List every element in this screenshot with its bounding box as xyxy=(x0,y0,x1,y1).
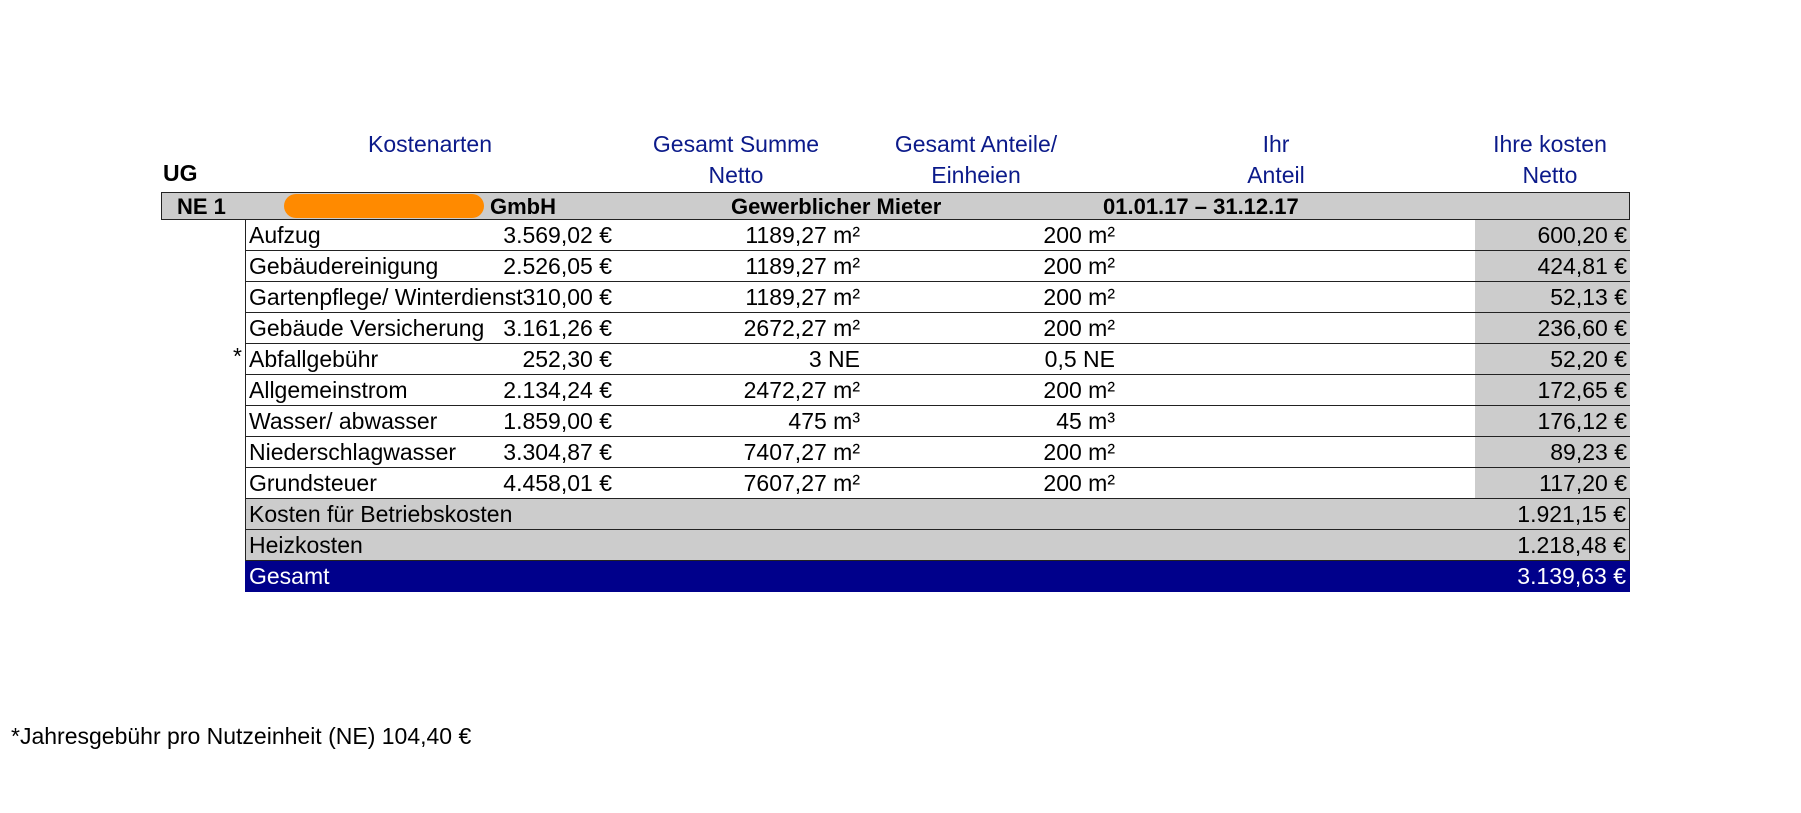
table-row: Grundsteuer 4.458,01 € 7607,27 m² 200 m² 117… xyxy=(245,468,1630,499)
cost-units: 1189,27 m² xyxy=(745,284,860,310)
cost-units: 1189,27 m² xyxy=(745,253,860,279)
header-gesamt-summe-line1: Gesamt Summe xyxy=(652,131,820,157)
betriebskosten-value: 1.921,15 € xyxy=(1517,501,1626,527)
cost-sum: 3.304,87 € xyxy=(503,439,612,465)
header-gesamt-anteile: Gesamt Anteile/ Einheien xyxy=(876,129,1076,191)
cost-name: Abfallgebühr xyxy=(249,346,379,372)
header-ihr-anteil: Ihr Anteil xyxy=(1176,129,1376,191)
cost-units: 7607,27 m² xyxy=(743,470,860,496)
cost-amount: 172,65 € xyxy=(1537,377,1627,403)
cost-share: 0,5 NE xyxy=(1044,346,1115,372)
table-row: Gebäudereinigung 2.526,05 € 1189,27 m² 200 … xyxy=(245,251,1630,282)
cost-amount: 52,13 € xyxy=(1550,284,1627,310)
cost-units: 2472,27 m² xyxy=(743,377,860,403)
table-row: Niederschlagwasser 3.304,87 € 7407,27 m² 20… xyxy=(245,437,1630,468)
table-row: Gartenpflege/ Winterdienst 310,00 € 1189,2… xyxy=(245,282,1630,313)
header-ihre-kosten-line1: Ihre kosten xyxy=(1493,131,1607,157)
table-row: Wasser/ abwasser 1.859,00 € 475 m³ 45 m³ 176… xyxy=(245,406,1630,437)
header-ihr-anteil-line1: Ihr xyxy=(1262,131,1290,157)
tenant-type: Gewerblicher Mieter xyxy=(731,194,942,219)
cost-sum: 310,00 € xyxy=(522,284,612,310)
cost-units: 1189,27 m² xyxy=(745,222,860,248)
header-kostenarten-label: Kostenarten xyxy=(367,131,493,157)
betriebskosten-row: Kosten für Betriebskosten 1.921,15 € xyxy=(245,499,1630,530)
heizkosten-label: Heizkosten xyxy=(249,532,363,558)
cost-share: 200 m² xyxy=(1043,470,1115,496)
cost-share: 200 m² xyxy=(1043,253,1115,279)
cost-share: 200 m² xyxy=(1043,439,1115,465)
cost-name: Grundsteuer xyxy=(249,470,377,496)
table-row: Gebäude Versicherung 3.161,26 € 2672,27 m²… xyxy=(245,313,1630,344)
cost-share: 200 m² xyxy=(1043,284,1115,310)
cost-amount: 89,23 € xyxy=(1550,439,1627,465)
header-gesamt-summe: Gesamt Summe Netto xyxy=(636,129,836,191)
cost-units: 7407,27 m² xyxy=(743,439,860,465)
footnote: *Jahresgebühr pro Nutzeinheit (NE) 104,4… xyxy=(11,723,472,749)
gesamt-row: Gesamt 3.139,63 € xyxy=(245,561,1630,592)
cost-sum: 2.134,24 € xyxy=(503,377,612,403)
cost-name: Allgemeinstrom xyxy=(249,377,408,403)
cost-amount: 52,20 € xyxy=(1550,346,1627,372)
header-kostenarten: Kostenarten xyxy=(330,129,530,160)
cost-sum: 4.458,01 € xyxy=(503,470,612,496)
cost-amount: 236,60 € xyxy=(1537,315,1627,341)
section-label: UG xyxy=(163,160,198,186)
table-row: Allgemeinstrom 2.134,24 € 2472,27 m² 200 m²… xyxy=(245,375,1630,406)
heizkosten-row: Heizkosten 1.218,48 € xyxy=(245,530,1630,561)
cost-share: 200 m² xyxy=(1043,222,1115,248)
header-ihre-kosten-line2: Netto xyxy=(1522,162,1578,188)
header-ihre-kosten: Ihre kosten Netto xyxy=(1450,129,1650,191)
cost-amount: 117,20 € xyxy=(1539,470,1627,496)
tenant-period: 01.01.17 – 31.12.17 xyxy=(1103,194,1299,219)
cost-amount: 424,81 € xyxy=(1537,253,1627,279)
cost-name: Gartenpflege/ Winterdienst xyxy=(249,284,523,310)
tenant-unit: NE 1 xyxy=(177,194,226,219)
table-row: Aufzug 3.569,02 € 1189,27 m² 200 m² 600,20 € xyxy=(245,220,1630,251)
cost-amount: 176,12 € xyxy=(1537,408,1627,434)
cost-share: 200 m² xyxy=(1043,315,1115,341)
gesamt-value: 3.139,63 € xyxy=(1517,563,1626,589)
cost-amount: 600,20 € xyxy=(1537,222,1627,248)
cost-name: Niederschlagwasser xyxy=(249,439,457,465)
header-ihr-anteil-line2: Anteil xyxy=(1247,162,1305,188)
cost-sum: 1.859,00 € xyxy=(503,408,612,434)
cost-sum: 2.526,05 € xyxy=(503,253,612,279)
cost-sum: 252,30 € xyxy=(522,346,612,372)
cost-sum: 3.161,26 € xyxy=(503,315,612,341)
header-gesamt-anteile-line2: Einheien xyxy=(931,162,1021,188)
cost-name: Gebäude Versicherung xyxy=(249,315,485,341)
redaction-mark xyxy=(284,194,484,218)
cost-units: 2672,27 m² xyxy=(743,315,860,341)
cost-sum: 3.569,02 € xyxy=(503,222,612,248)
tenant-company-suffix: GmbH xyxy=(490,194,556,219)
cost-units: 475 m³ xyxy=(788,408,860,434)
header-gesamt-anteile-line1: Gesamt Anteile/ xyxy=(894,131,1058,157)
header-gesamt-summe-line2: Netto xyxy=(708,162,764,188)
cost-units: 3 NE xyxy=(808,346,860,372)
asterisk-marker: * xyxy=(233,343,242,369)
heizkosten-value: 1.218,48 € xyxy=(1517,532,1626,558)
gesamt-label: Gesamt xyxy=(249,563,330,589)
tenant-bar: NE 1 GmbH Gewerblicher Mieter 01.01.17 –… xyxy=(161,192,1630,220)
cost-name: Aufzug xyxy=(249,222,321,248)
cost-name: Wasser/ abwasser xyxy=(249,408,438,434)
table-row: Abfallgebühr 252,30 € 3 NE 0,5 NE 52,20 € xyxy=(245,344,1630,375)
betriebskosten-label: Kosten für Betriebskosten xyxy=(249,501,513,527)
cost-name: Gebäudereinigung xyxy=(249,253,439,279)
cost-share: 45 m³ xyxy=(1056,408,1115,434)
cost-share: 200 m² xyxy=(1043,377,1115,403)
